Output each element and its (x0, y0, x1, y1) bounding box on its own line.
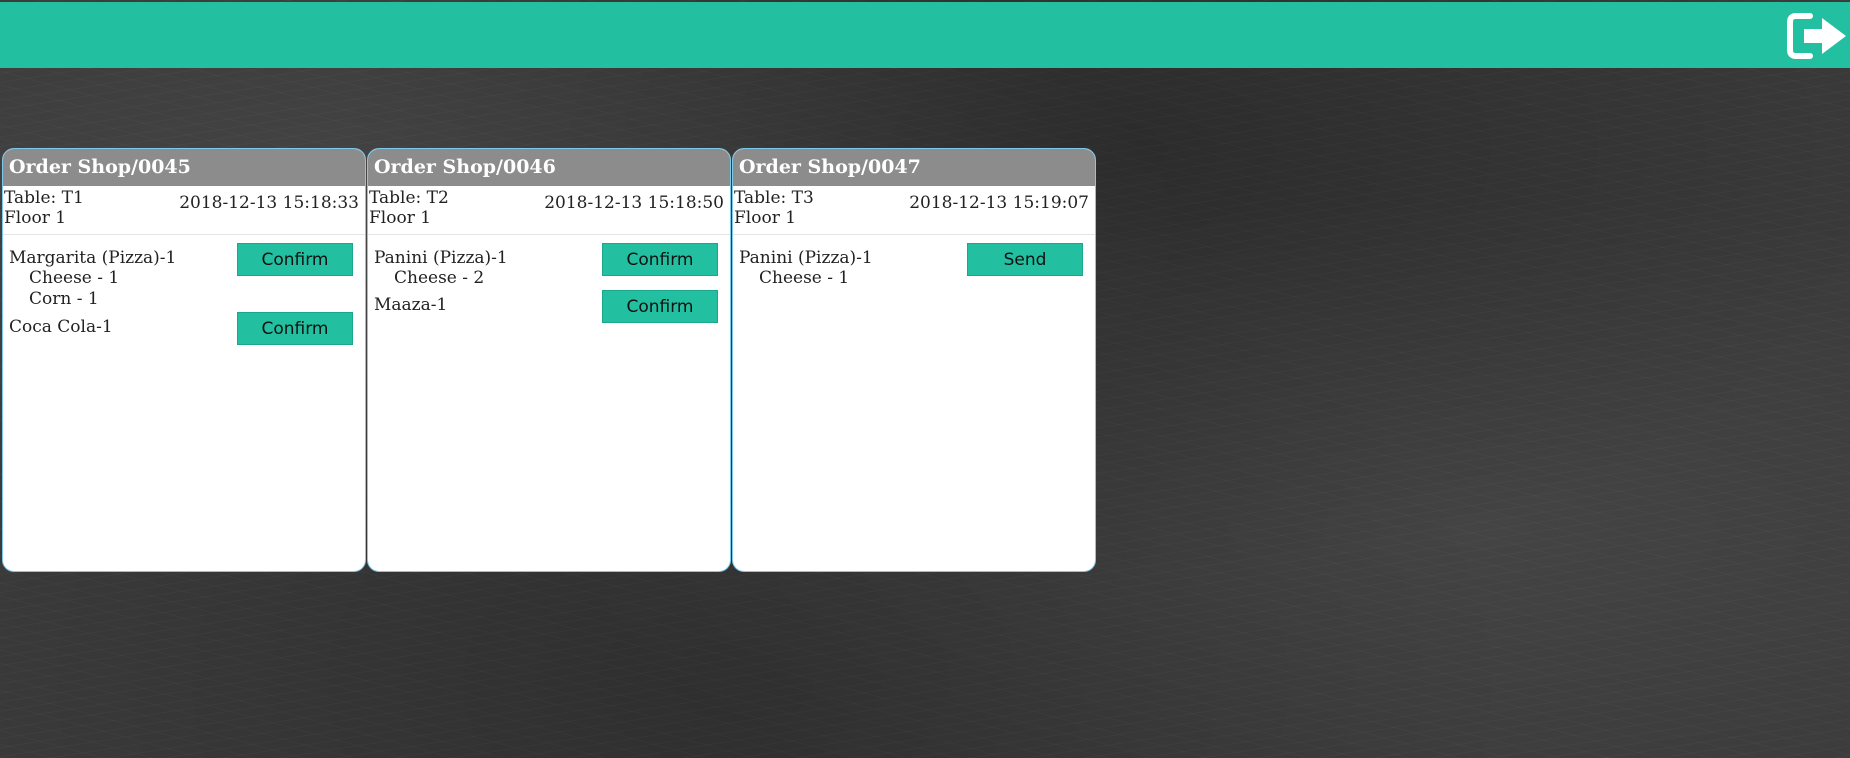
order-item: Coca Cola-1 Confirm (9, 312, 353, 346)
order-table: Table: T3 (734, 188, 814, 208)
order-table: Table: T2 (369, 188, 449, 208)
order-floor: Floor 1 (4, 208, 67, 228)
order-items: Panini (Pizza)-1 Confirm Cheese - 2 Maaz… (368, 235, 730, 324)
order-items: Margarita (Pizza)-1 Confirm Cheese - 1 C… (3, 235, 365, 346)
order-meta: Table: T3 Floor 1 2018-12-13 15:19:07 (733, 186, 1095, 235)
confirm-button[interactable]: Confirm (602, 243, 718, 276)
confirm-button[interactable]: Confirm (237, 243, 353, 276)
order-card: Order Shop/0046 Table: T2 Floor 1 2018-1… (367, 148, 731, 572)
send-button[interactable]: Send (967, 243, 1083, 276)
orders-board: Order Shop/0045 Table: T1 Floor 1 2018-1… (2, 148, 1097, 572)
modifier: Corn - 1 (29, 289, 99, 309)
order-title: Order Shop/0045 (3, 149, 365, 186)
order-table: Table: T1 (4, 188, 84, 208)
order-time: 2018-12-13 15:19:07 (909, 193, 1089, 213)
order-card: Order Shop/0047 Table: T3 Floor 1 2018-1… (732, 148, 1096, 572)
order-item: Maaza-1 Confirm (374, 290, 718, 324)
order-time: 2018-12-13 15:18:33 (179, 193, 359, 213)
confirm-button[interactable]: Confirm (602, 290, 718, 323)
top-bar (0, 2, 1850, 68)
order-item: Panini (Pizza)-1 Confirm Cheese - 2 (374, 243, 718, 289)
order-title: Order Shop/0046 (368, 149, 730, 186)
order-floor: Floor 1 (734, 208, 797, 228)
order-item: Margarita (Pizza)-1 Confirm Cheese - 1 C… (9, 243, 353, 310)
order-title: Order Shop/0047 (733, 149, 1095, 186)
order-floor: Floor 1 (369, 208, 432, 228)
sign-out-icon[interactable] (1786, 10, 1850, 62)
confirm-button[interactable]: Confirm (237, 312, 353, 345)
order-items: Panini (Pizza)-1 Send Cheese - 1 (733, 235, 1095, 289)
order-meta: Table: T2 Floor 1 2018-12-13 15:18:50 (368, 186, 730, 235)
order-meta: Table: T1 Floor 1 2018-12-13 15:18:33 (3, 186, 365, 235)
order-card: Order Shop/0045 Table: T1 Floor 1 2018-1… (2, 148, 366, 572)
order-item: Panini (Pizza)-1 Send Cheese - 1 (739, 243, 1083, 289)
order-time: 2018-12-13 15:18:50 (544, 193, 724, 213)
